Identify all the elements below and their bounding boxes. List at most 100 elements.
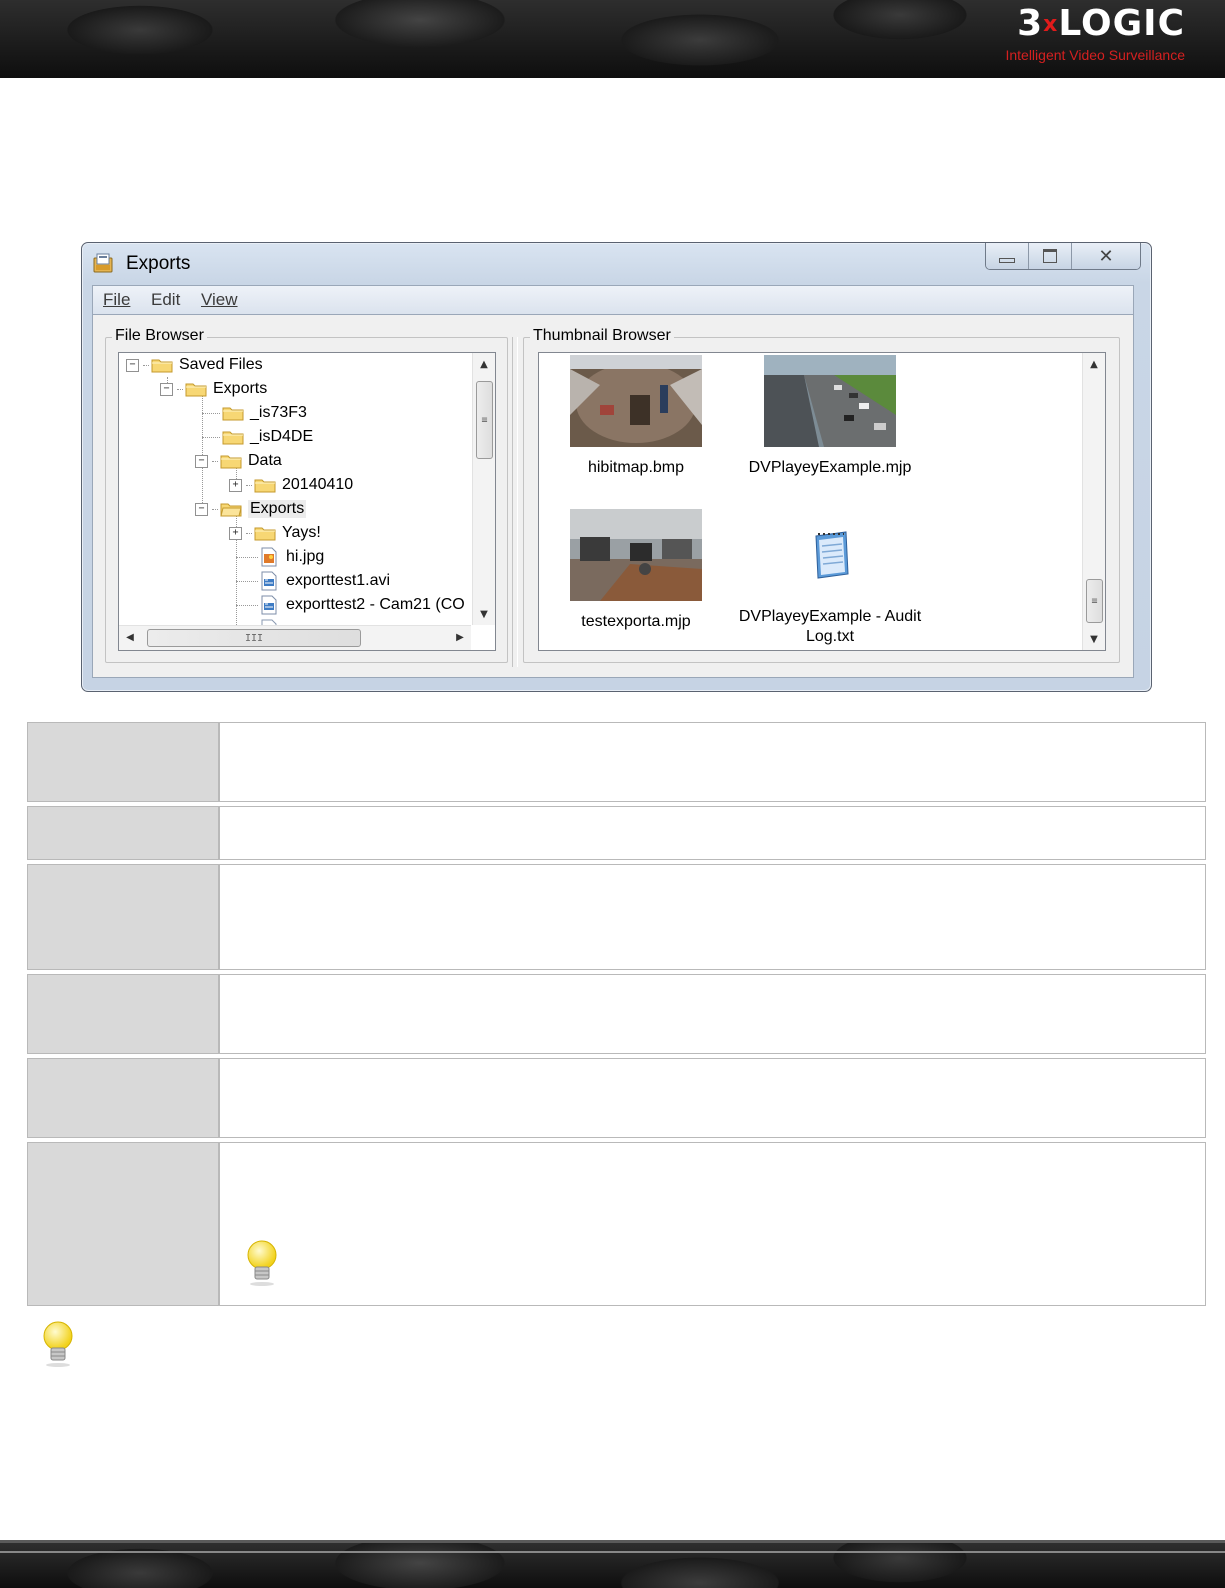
collapse-icon[interactable]: − [195,502,208,516]
exports-app-icon [93,253,113,273]
table-value-cell [219,974,1206,1054]
tree-item-exporttest1[interactable]: exporttest1.avi [236,569,390,593]
menu-file[interactable]: File [103,290,130,310]
scroll-right-arrow-icon[interactable]: ▶ [449,626,471,648]
thumbnail-caption: testexporta.mjp [581,613,691,630]
minimize-icon [999,257,1015,263]
scroll-down-arrow-icon[interactable]: ▼ [1083,628,1105,650]
menu-edit[interactable]: Edit [151,290,180,310]
maximize-button[interactable] [1028,243,1071,269]
table-row [27,806,1206,860]
tree-item-isd4de[interactable]: _isD4DE [202,425,313,449]
tree-item-data[interactable]: − Data [195,449,282,473]
tree-vscroll-thumb[interactable]: ≡ [476,381,493,459]
scroll-up-arrow-icon[interactable]: ▲ [1083,353,1105,375]
thumbnail-panel[interactable]: hibitmap.bmp DVPlayeyExample.mjp testexp… [538,352,1106,651]
table-value-cell [219,806,1206,860]
close-button[interactable]: ✕ [1071,243,1140,269]
notepad-icon [815,531,849,579]
header-banner: 3xLOGIC Intelligent Video Surveillance [0,0,1225,78]
collapse-icon[interactable]: − [160,382,173,396]
table-row [27,974,1206,1054]
menu-bar: File Edit View [92,285,1134,315]
folder-icon [151,359,173,373]
3xlogic-logo: 3xLOGIC Intelligent Video Surveillance [1005,3,1185,64]
info-table [27,718,1206,1310]
table-key-cell [27,1058,219,1138]
table-value-cell [219,1058,1206,1138]
tree-item-20140410[interactable]: + 20140410 [229,473,353,497]
file-browser-group: File Browser − Saved Files − Exports _is… [105,327,508,663]
window-client-area: File Browser − Saved Files − Exports _is… [92,314,1134,678]
thumbnail-tile[interactable]: testexporta.mjp [541,509,731,632]
table-row [27,1142,1206,1306]
menu-view[interactable]: View [201,290,238,310]
tree-item-saved-files[interactable]: − Saved Files [126,353,263,377]
panel-splitter[interactable] [512,337,518,667]
camera-office-thumbnail [570,509,702,601]
video-file-icon [261,595,277,615]
table-value-cell [219,864,1206,970]
table-row [27,722,1206,802]
table-key-cell [27,806,219,860]
folder-icon [185,383,207,397]
table-row [27,864,1206,970]
tree-item-yays[interactable]: + Yays! [229,521,321,545]
table-key-cell [27,974,219,1054]
folder-icon [220,455,242,469]
expand-icon[interactable]: + [229,478,242,492]
tree-hscroll-thumb[interactable]: III [147,629,361,647]
thumbnail-vscroll-thumb[interactable]: ≡ [1086,579,1103,623]
scroll-up-arrow-icon[interactable]: ▲ [473,353,495,375]
thumbnail-caption: DVPlayeyExample - Audit Log.txt [738,608,922,645]
thumbnail-vertical-scrollbar[interactable]: ▲ ≡ ▼ [1082,353,1105,650]
file-browser-label: File Browser [112,327,207,345]
lightbulb-tip-icon [247,1240,277,1286]
footer-banner [0,1540,1225,1588]
tree-horizontal-scrollbar[interactable]: ◀ III ▶ [119,625,471,650]
minimize-button[interactable] [986,243,1028,269]
scroll-left-arrow-icon[interactable]: ◀ [119,626,141,648]
title-bar[interactable]: Exports ✕ [82,243,1151,283]
folder-icon [222,431,244,445]
tree-vertical-scrollbar[interactable]: ▲ ≡ ▼ [472,353,495,625]
table-key-cell [27,864,219,970]
exports-window: Exports ✕ File Edit View File Browser − … [81,242,1152,692]
tree-item-exports-selected[interactable]: − Exports [195,497,307,521]
logo-tagline: Intelligent Video Surveillance [1005,47,1185,63]
table-key-cell [27,722,219,802]
folder-icon [222,407,244,421]
thumbnail-browser-group: Thumbnail Browser hibitmap.bmp DVPlayeyE… [523,327,1120,663]
tree-item-is73f3[interactable]: _is73F3 [202,401,307,425]
thumbnail-browser-label: Thumbnail Browser [530,327,674,345]
thumbnail-tile[interactable]: DVPlayeyExample - Audit Log.txt [735,509,925,647]
tree-item-hi-jpg[interactable]: hi.jpg [236,545,324,569]
table-value-cell [219,722,1206,802]
tree-item-partial [236,617,286,625]
tree-item-exporttest2[interactable]: exporttest2 - Cam21 (CO [236,593,465,617]
collapse-icon[interactable]: − [195,454,208,468]
table-row [27,1058,1206,1138]
table-key-cell [27,1142,219,1306]
thumbnail-caption: DVPlayeyExample.mjp [748,459,912,476]
file-tree[interactable]: − Saved Files − Exports _is73F3 _isD4DE … [118,352,496,651]
camera-overhead-thumbnail [570,355,702,447]
folder-icon [254,479,276,493]
camera-parking-thumbnail [764,355,896,447]
image-file-icon [261,547,277,567]
thumbnail-tile[interactable]: hibitmap.bmp [541,355,731,478]
thumbnail-caption: hibitmap.bmp [587,459,685,476]
close-icon: ✕ [1098,245,1114,267]
folder-icon [254,527,276,541]
scroll-down-arrow-icon[interactable]: ▼ [473,603,495,625]
video-file-icon [261,571,277,591]
folder-open-icon [220,503,242,517]
tree-item-exports[interactable]: − Exports [160,377,267,401]
thumbnail-tile[interactable]: DVPlayeyExample.mjp [735,355,925,478]
window-title: Exports [126,253,191,274]
collapse-icon[interactable]: − [126,358,139,372]
lightbulb-tip-icon [43,1321,73,1367]
expand-icon[interactable]: + [229,526,242,540]
maximize-icon [1043,249,1057,263]
table-value-cell [219,1142,1206,1306]
